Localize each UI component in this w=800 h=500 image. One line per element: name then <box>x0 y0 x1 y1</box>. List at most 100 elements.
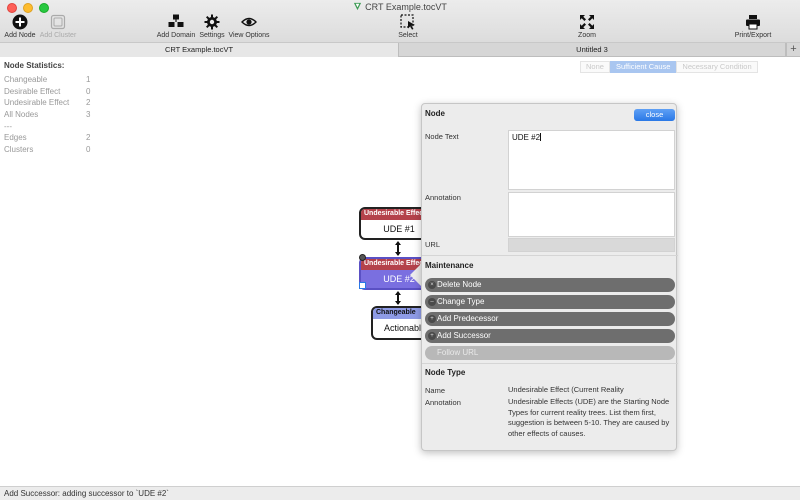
stat-label: All Nodes <box>4 110 39 120</box>
edge-arrowhead <box>395 241 401 245</box>
node-type-annotation-label: Annotation <box>425 398 461 407</box>
add-predecessor-label: Add Predecessor <box>437 314 499 323</box>
stat-row: --- <box>4 121 94 133</box>
add-circle-icon <box>12 14 28 30</box>
node-text-field[interactable]: UDE #2 <box>508 130 675 190</box>
delete-icon: × <box>428 281 436 289</box>
stat-value: 1 <box>86 75 91 84</box>
filter-none[interactable]: None <box>580 61 610 73</box>
node-type-annotation-value: Undesirable Effects (UDE) are the Starti… <box>508 397 670 438</box>
view-options-button[interactable]: View Options <box>228 14 270 39</box>
change-type-label: Change Type <box>437 297 485 306</box>
title-bar: CRT Example.tocVT Add Node Add Cluster A… <box>0 0 800 43</box>
new-tab-button[interactable]: + <box>786 43 800 57</box>
edge-type-filter: None Sufficient Cause Necessary Conditio… <box>580 61 758 73</box>
domain-icon <box>168 14 184 27</box>
window-title: CRT Example.tocVT <box>0 2 800 12</box>
add-cluster-label: Add Cluster <box>39 32 77 39</box>
url-field[interactable] <box>508 238 675 252</box>
add-successor-label: Add Successor <box>437 331 491 340</box>
add-predecessor-icon: + <box>428 315 436 323</box>
node-statistics-panel: Node Statistics: Changeable 1 Desirable E… <box>4 61 94 156</box>
stat-value: 2 <box>86 133 91 143</box>
stat-label: --- <box>4 121 12 131</box>
delete-node-button[interactable]: × Delete Node <box>425 278 675 292</box>
text-caret <box>540 133 542 141</box>
stat-value: 0 <box>86 145 91 155</box>
node-resize-handle[interactable] <box>359 282 366 289</box>
stat-label: Edges <box>4 133 27 143</box>
change-type-icon: – <box>428 298 436 306</box>
stat-row: All Nodes 3 <box>4 109 94 121</box>
node-inspector-popover: Node close Node Text UDE #2 Annotation U… <box>421 103 678 451</box>
add-cluster-button[interactable]: Add Cluster <box>38 14 78 39</box>
divider <box>422 255 678 256</box>
stat-label: Clusters <box>4 145 34 155</box>
stat-row: Undesirable Effect 2 <box>4 97 94 109</box>
edge-arrowhead <box>395 252 401 256</box>
edge-arrowhead <box>395 291 401 295</box>
popover-pointer <box>410 264 421 286</box>
add-domain-button[interactable]: Add Domain <box>156 14 196 39</box>
add-domain-label: Add Domain <box>156 32 196 39</box>
add-successor-button[interactable]: + Add Successor <box>425 329 675 343</box>
window-title-text: CRT Example.tocVT <box>365 2 447 12</box>
change-type-button[interactable]: – Change Type <box>425 295 675 309</box>
maintenance-heading: Maintenance <box>425 261 474 270</box>
select-label: Select <box>398 32 418 39</box>
stat-row: Clusters 0 <box>4 144 94 156</box>
stat-row: Desirable Effect 0 <box>4 86 94 98</box>
stat-label: Undesirable Effect <box>4 98 70 108</box>
edge-arrowhead <box>395 301 401 305</box>
node-type-name-label: Name <box>425 386 446 395</box>
add-successor-icon: + <box>428 332 436 340</box>
stat-row: Edges 2 <box>4 132 94 144</box>
divider <box>422 363 678 364</box>
stat-value: 0 <box>86 86 91 96</box>
delete-node-label: Delete Node <box>437 280 482 289</box>
zoom-button[interactable]: Zoom <box>573 14 601 39</box>
print-export-label: Print/Export <box>734 32 772 39</box>
node-collapse-handle[interactable] <box>359 254 366 261</box>
follow-url-button[interactable]: Follow URL <box>425 346 675 360</box>
gear-icon <box>204 14 220 30</box>
node-text-value: UDE #2 <box>512 133 541 142</box>
add-node-label: Add Node <box>4 32 36 39</box>
status-bar: Add Successor: adding successor to `UDE … <box>0 486 800 500</box>
settings-label: Settings <box>199 32 225 39</box>
node-statistics-heading: Node Statistics: <box>4 61 65 70</box>
annotation-field[interactable] <box>508 192 675 237</box>
settings-button[interactable]: Settings <box>198 14 226 39</box>
stat-value <box>86 121 94 133</box>
cluster-icon <box>50 14 66 30</box>
node-type-heading: Node Type <box>425 368 466 377</box>
annotation-label: Annotation <box>425 193 461 202</box>
app-logo-icon <box>354 2 362 11</box>
zoom-expand-icon <box>580 15 594 29</box>
eye-icon <box>241 17 257 27</box>
follow-url-label: Follow URL <box>437 348 479 357</box>
zoom-label: Zoom <box>578 32 596 39</box>
node-text-label: Node Text <box>425 132 459 141</box>
add-predecessor-button[interactable]: + Add Predecessor <box>425 312 675 326</box>
node-type-name-value: Undesirable Effect (Current Reality <box>508 385 624 394</box>
select-button[interactable]: Select <box>394 14 422 39</box>
stat-label: Desirable Effect <box>4 86 61 96</box>
url-label: URL <box>425 240 441 249</box>
close-button[interactable]: close <box>634 109 675 121</box>
filter-sufficient-cause[interactable]: Sufficient Cause <box>609 61 677 73</box>
view-options-label: View Options <box>228 32 270 39</box>
add-node-button[interactable]: Add Node <box>4 14 36 39</box>
document-tab-bar: CRT Example.tocVT Untitled 3 + <box>0 43 800 57</box>
stat-row: Changeable 1 <box>4 74 94 86</box>
tab-untitled-3[interactable]: Untitled 3 <box>399 43 786 57</box>
stat-label: Changeable <box>4 75 48 84</box>
print-export-button[interactable]: Print/Export <box>732 14 774 39</box>
filter-necessary-condition[interactable]: Necessary Condition <box>676 61 758 73</box>
stat-value: 2 <box>86 98 91 108</box>
printer-icon <box>746 15 760 30</box>
selection-icon <box>400 14 415 30</box>
tab-crt-example[interactable]: CRT Example.tocVT <box>0 43 399 57</box>
stat-value: 3 <box>86 110 91 120</box>
inspector-title: Node <box>425 109 445 118</box>
